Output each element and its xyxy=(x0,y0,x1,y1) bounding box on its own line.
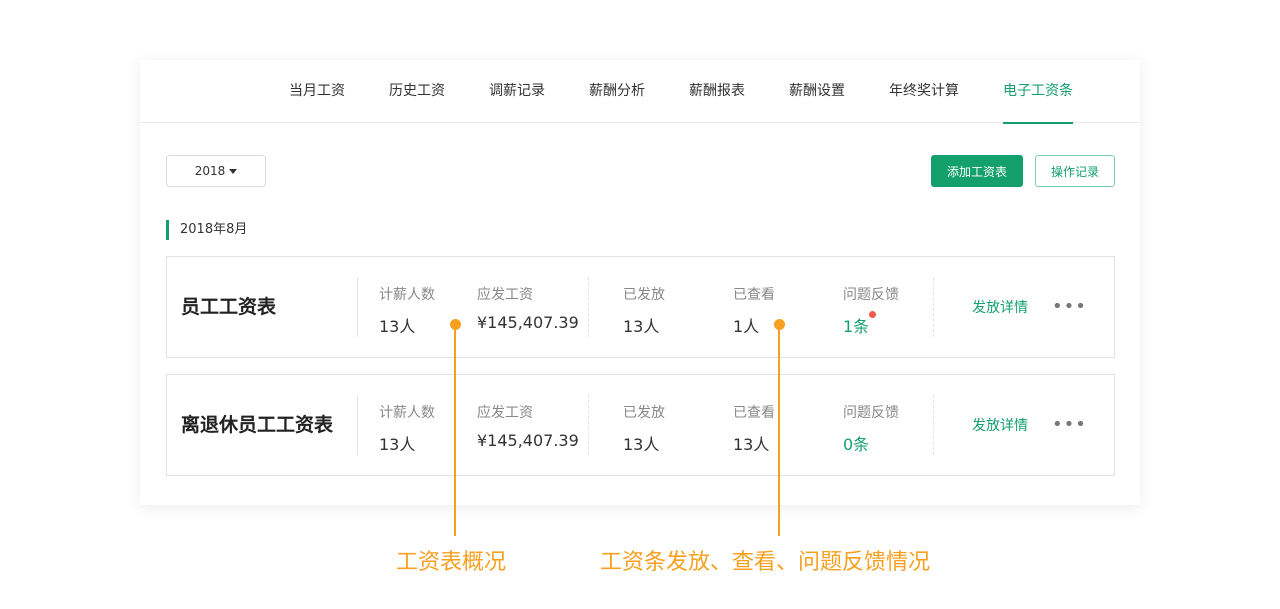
more-options-icon[interactable]: ••• xyxy=(1052,415,1087,435)
headcount-value: 13人 xyxy=(379,435,416,454)
annotation-leader-line xyxy=(454,324,456,536)
divider xyxy=(588,395,589,455)
tab-adjustment-records[interactable]: 调薪记录 xyxy=(489,60,545,123)
issued-value: 13人 xyxy=(623,435,660,454)
headcount-label: 计薪人数 xyxy=(379,287,435,303)
issued-value: 13人 xyxy=(623,317,660,336)
payroll-sheet-card: 离退休员工工资表 计薪人数 13人 应发工资 ¥145,407.39 已发放 1… xyxy=(166,374,1115,476)
divider xyxy=(933,395,934,455)
payable-value: ¥145,407.39 xyxy=(477,313,579,332)
divider xyxy=(357,395,358,455)
tab-salary-reports[interactable]: 薪酬报表 xyxy=(689,60,745,123)
headcount-value: 13人 xyxy=(379,317,416,336)
viewed-label: 已查看 xyxy=(733,405,775,421)
sheet-title: 员工工资表 xyxy=(181,296,277,318)
annotation-payslip-status: 工资条发放、查看、问题反馈情况 xyxy=(600,550,931,575)
tab-electronic-payslip[interactable]: 电子工资条 xyxy=(1003,60,1073,124)
tab-current-month-salary[interactable]: 当月工资 xyxy=(289,60,345,123)
annotation-leader-line xyxy=(778,324,780,536)
headcount-label: 计薪人数 xyxy=(379,405,435,421)
tab-bar: 当月工资 历史工资 调薪记录 薪酬分析 薪酬报表 薪酬设置 年终奖计算 电子工资… xyxy=(140,60,1140,124)
unread-feedback-dot xyxy=(869,311,876,318)
payable-label: 应发工资 xyxy=(477,405,533,421)
more-options-icon[interactable]: ••• xyxy=(1052,297,1087,317)
issue-details-link[interactable]: 发放详情 xyxy=(972,297,1028,317)
tab-salary-history[interactable]: 历史工资 xyxy=(389,60,445,123)
operation-log-button[interactable]: 操作记录 xyxy=(1035,155,1115,187)
viewed-value: 1人 xyxy=(733,317,760,336)
payroll-panel: 当月工资 历史工资 调薪记录 薪酬分析 薪酬报表 薪酬设置 年终奖计算 电子工资… xyxy=(140,60,1140,505)
payable-value: ¥145,407.39 xyxy=(477,431,579,450)
issue-details-link[interactable]: 发放详情 xyxy=(972,415,1028,435)
feedback-value[interactable]: 0条 xyxy=(843,431,869,455)
caret-down-icon xyxy=(229,168,238,174)
issued-label: 已发放 xyxy=(623,405,665,421)
feedback-label: 问题反馈 xyxy=(843,405,899,421)
viewed-value: 13人 xyxy=(733,435,770,454)
annotation-sheet-overview: 工资表概况 xyxy=(396,550,507,575)
payroll-sheet-card: 员工工资表 计薪人数 13人 应发工资 ¥145,407.39 已发放 13人 … xyxy=(166,256,1115,358)
add-payroll-sheet-button[interactable]: 添加工资表 xyxy=(931,155,1023,187)
year-select-value: 2018 xyxy=(194,164,226,178)
feedback-label: 问题反馈 xyxy=(843,287,899,303)
viewed-label: 已查看 xyxy=(733,287,775,303)
sheet-title: 离退休员工工资表 xyxy=(181,414,334,436)
tab-salary-analysis[interactable]: 薪酬分析 xyxy=(589,60,645,123)
tab-year-end-bonus[interactable]: 年终奖计算 xyxy=(889,60,959,123)
divider xyxy=(357,277,358,337)
payable-label: 应发工资 xyxy=(477,287,533,303)
year-select[interactable]: 2018 xyxy=(166,155,266,187)
month-label: 2018年8月 xyxy=(166,220,247,240)
tab-salary-settings[interactable]: 薪酬设置 xyxy=(789,60,845,123)
issued-label: 已发放 xyxy=(623,287,665,303)
feedback-value[interactable]: 1条 xyxy=(843,313,869,337)
divider xyxy=(933,277,934,337)
divider xyxy=(588,277,589,337)
